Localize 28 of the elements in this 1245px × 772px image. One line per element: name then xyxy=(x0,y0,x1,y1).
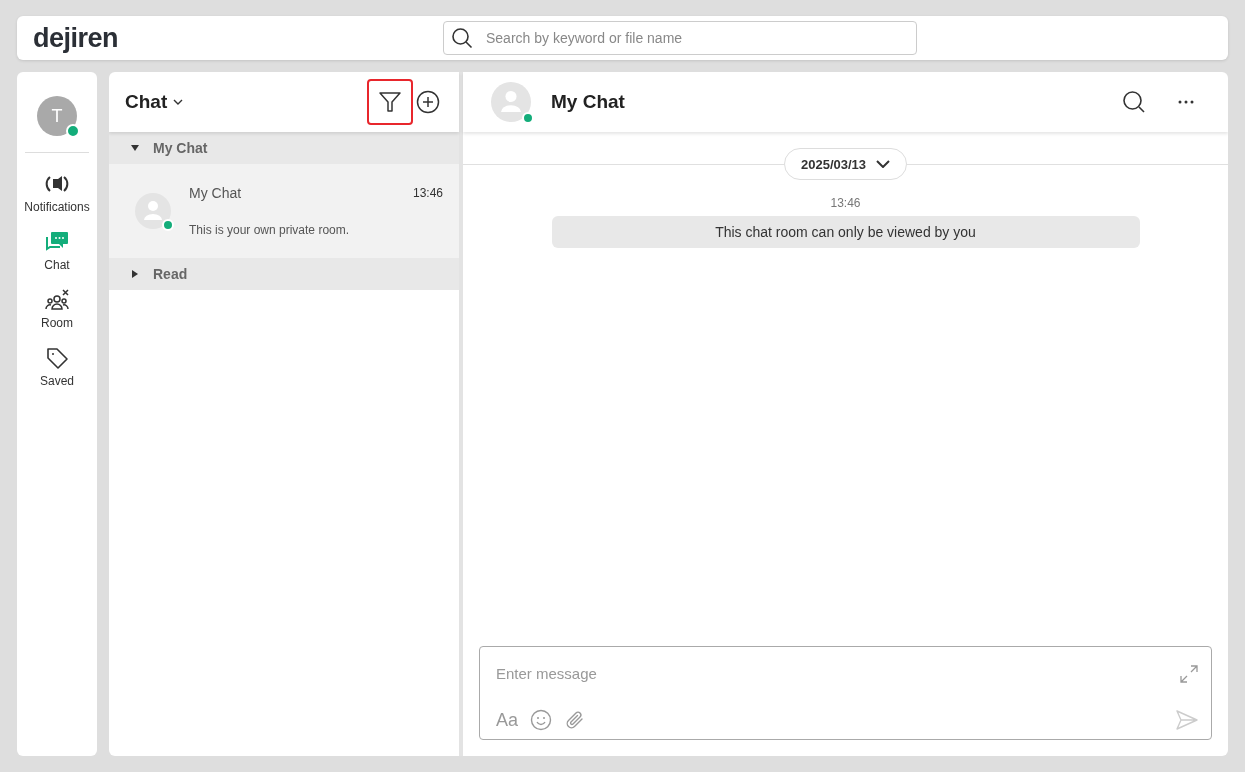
caret-icon xyxy=(173,99,184,105)
chat-title: My Chat xyxy=(551,91,625,113)
emoji-icon[interactable] xyxy=(530,709,553,731)
search-icon xyxy=(451,27,473,49)
group-header[interactable]: Read xyxy=(109,258,459,290)
sidebar-item[interactable]: Notifications xyxy=(24,171,90,214)
message-time: 13:46 xyxy=(830,196,861,210)
filter-button[interactable] xyxy=(367,79,413,125)
chevron-icon xyxy=(876,160,891,168)
search-field[interactable]: Search by keyword or file name xyxy=(443,21,917,55)
expand-icon[interactable] xyxy=(1179,663,1199,684)
sidebar-item[interactable]: Chat xyxy=(44,229,70,272)
message-preview: This is your own private room. xyxy=(189,223,351,237)
timestamp: 13:46 xyxy=(412,186,443,200)
tag-icon xyxy=(44,345,70,371)
avatar-icon xyxy=(135,193,171,229)
room-name: My Chat xyxy=(189,185,242,201)
group-header[interactable]: My Chat xyxy=(109,132,459,164)
chat-list-item[interactable]: My Chat 13:46 This is your own private room. xyxy=(109,164,459,258)
chat-dropdown[interactable]: Chat xyxy=(125,91,184,113)
date-selector[interactable]: 2025/03/13 xyxy=(783,148,908,180)
sidebar-item[interactable]: Room xyxy=(41,287,73,330)
group-icon xyxy=(44,287,70,313)
sidebar-item[interactable]: Saved xyxy=(40,345,74,388)
avatar-icon xyxy=(491,82,531,122)
logo: dejiren xyxy=(33,22,119,54)
system-message: This chat room can only be viewed by you xyxy=(551,216,1140,248)
filter-icon xyxy=(378,90,402,114)
